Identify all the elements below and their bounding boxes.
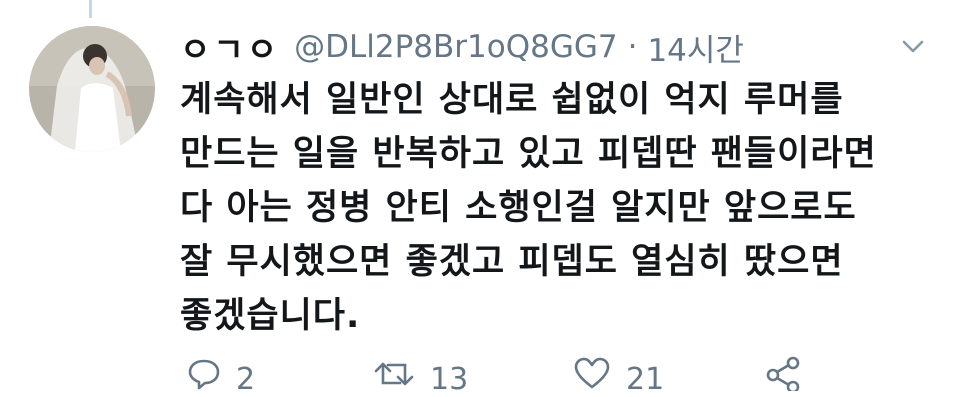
like-button[interactable]: 21	[572, 355, 664, 395]
like-count: 21	[626, 362, 665, 397]
thread-connector-line	[89, 0, 92, 18]
tweet-actions: 2 13 21	[0, 355, 960, 395]
tweet-text-line: 계속해서 일반인 상대로 쉽없이 억지 루머를	[180, 80, 844, 120]
tweet-text-line: 잘 무시했으면 좋겠고 피뎁도 열심히 땄으면	[180, 242, 844, 282]
reply-icon	[188, 359, 220, 390]
reply-count: 2	[236, 362, 256, 397]
separator-dot: ·	[627, 29, 638, 65]
heart-icon	[574, 357, 610, 389]
tweet-text-line: 만드는 일을 반복하고 있고 피뎁딴 팬들이라면	[180, 134, 877, 174]
timestamp[interactable]: 14시간	[647, 25, 744, 70]
share-icon	[766, 356, 800, 391]
retweet-icon	[374, 362, 414, 386]
tweet-text-line: 좋겠습니다.	[180, 296, 361, 336]
display-name[interactable]: ㅇㄱㅇ	[180, 23, 280, 71]
tweet-header: ㅇㄱㅇ @DLl2P8Br1oQ8GG7 · 14시간	[180, 22, 744, 72]
reply-button[interactable]: 2	[186, 355, 255, 395]
retweet-button[interactable]: 13	[372, 355, 468, 395]
retweet-count: 13	[430, 362, 469, 397]
avatar[interactable]	[29, 26, 155, 152]
chevron-down-icon	[902, 40, 924, 53]
user-handle[interactable]: @DLl2P8Br1oQ8GG7	[294, 29, 618, 65]
tweet-text: 계속해서 일반인 상대로 쉽없이 억지 루머를 만드는 일을 반복하고 있고 피…	[180, 73, 940, 343]
tweet-menu-button[interactable]	[898, 34, 928, 58]
tweet-text-line: 다 아는 정병 안티 소행인걸 알지만 앞으로도	[180, 188, 857, 228]
share-button[interactable]	[764, 355, 804, 391]
avatar-photo	[29, 26, 155, 152]
